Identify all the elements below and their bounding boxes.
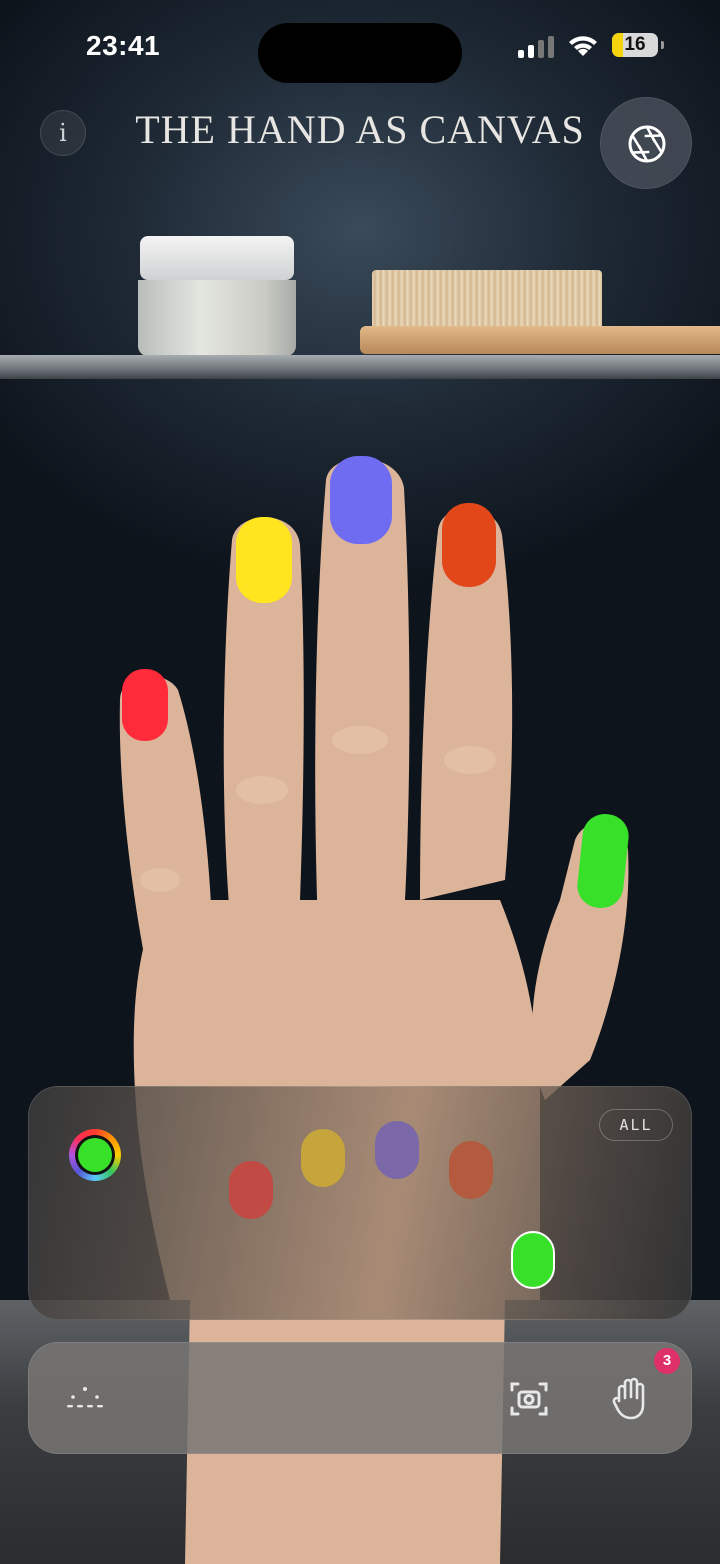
- bottom-toolbar: [28, 1342, 692, 1454]
- current-color-dot: [78, 1138, 112, 1172]
- info-icon: i: [59, 119, 67, 147]
- nail-pinky[interactable]: [122, 669, 168, 741]
- status-time: 23:41: [86, 30, 161, 61]
- cellular-signal-icon: [518, 36, 558, 58]
- shelf: [0, 355, 720, 379]
- wifi-icon: [569, 36, 597, 56]
- status-bar: 23:41 16: [0, 0, 720, 90]
- hand-icon[interactable]: [611, 1377, 651, 1421]
- info-button[interactable]: i: [40, 110, 86, 156]
- cream-jar: [138, 236, 296, 358]
- page-title: THE HAND AS CANVAS: [135, 107, 585, 152]
- nail-middle[interactable]: [330, 456, 392, 544]
- current-color-picker[interactable]: [69, 1129, 121, 1181]
- nail-swatch-index[interactable]: [301, 1129, 345, 1187]
- nail-index[interactable]: [236, 517, 292, 603]
- sparkle-dots-icon[interactable]: [65, 1383, 105, 1415]
- capture-button[interactable]: [600, 97, 692, 189]
- nail-swatch-ring[interactable]: [449, 1141, 493, 1199]
- battery-icon: 16: [612, 33, 664, 57]
- nail-swatch-pinky[interactable]: [229, 1161, 273, 1219]
- nail-ring[interactable]: [442, 503, 496, 587]
- nail-swatch-thumb[interactable]: [511, 1231, 555, 1289]
- notification-badge: 3: [654, 1348, 680, 1374]
- aperture-icon: [628, 125, 666, 163]
- apply-all-button[interactable]: ALL: [599, 1109, 673, 1141]
- app-screen: 23:41 16 i THE HAND AS CANVAS ALL 3: [0, 0, 720, 1564]
- color-palette-panel: ALL: [28, 1086, 692, 1320]
- nail-brush: [360, 270, 720, 356]
- camera-scan-icon[interactable]: [509, 1379, 549, 1419]
- battery-level: 16: [624, 34, 646, 55]
- nail-swatch-middle[interactable]: [375, 1121, 419, 1179]
- dynamic-island: [258, 23, 462, 83]
